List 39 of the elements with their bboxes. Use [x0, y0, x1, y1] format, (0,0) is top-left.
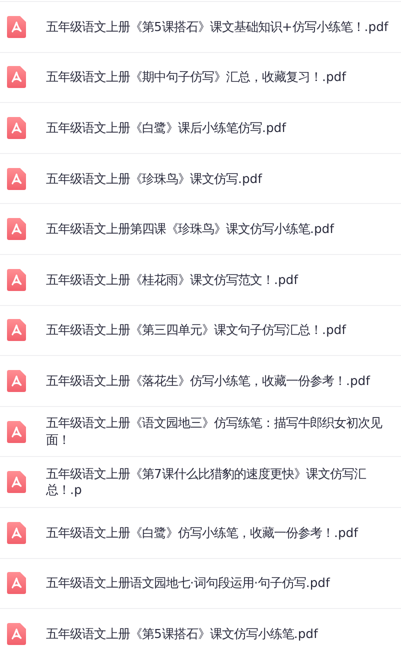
file-row[interactable]: 五年级语文上册《第7课什么比猎豹的速度更快》课文仿写汇总！.p — [0, 456, 401, 507]
file-row[interactable]: 五年级语文上册《落花生》仿写小练笔，收藏一份参考！.pdf — [0, 355, 401, 406]
pdf-file-icon — [7, 16, 26, 38]
file-name: 五年级语文上册《第5课搭石》课文基础知识+仿写小练笔！.pdf — [46, 18, 388, 35]
file-name: 五年级语文上册《第三四单元》课文句子仿写汇总！.pdf — [46, 322, 346, 338]
file-row[interactable]: 五年级语文上册《第5课搭石》课文仿写小练笔.pdf — [0, 608, 401, 659]
pdf-file-icon — [7, 370, 26, 392]
pdf-file-icon — [7, 522, 26, 544]
file-row[interactable]: 五年级语文上册《珍珠鸟》课文仿写.pdf — [0, 152, 401, 204]
pdf-file-icon — [7, 268, 26, 291]
pdf-file-icon — [7, 319, 26, 342]
file-name: 五年级语文上册《第5课搭石》课文仿写小练笔.pdf — [46, 626, 318, 642]
file-row[interactable]: 五年级语文上册《期中句子仿写》汇总，收藏复习！.pdf — [0, 52, 401, 102]
file-name: 五年级语文上册《白鹭》仿写小练笔，收藏一份参考！.pdf — [46, 524, 358, 541]
file-row[interactable]: 五年级语文上册《语文园地三》仿写练笔：描写牛郎织女初次见面！ — [0, 406, 401, 456]
pdf-file-icon — [7, 572, 26, 594]
file-name: 五年级语文上册第四课《珍珠鸟》课文仿写小练笔.pdf — [46, 221, 334, 238]
pdf-file-icon — [7, 622, 26, 645]
file-row[interactable]: 五年级语文上册《第三四单元》课文句子仿写汇总！.pdf — [0, 304, 401, 356]
file-row[interactable]: 五年级语文上册《白鹭》课后小练笔仿写.pdf — [0, 102, 401, 153]
pdf-file-icon — [7, 66, 26, 88]
file-name: 五年级语文上册《白鹭》课后小练笔仿写.pdf — [46, 120, 286, 136]
file-name: 五年级语文上册《语文园地三》仿写练笔：描写牛郎织女初次见面！ — [46, 415, 384, 448]
file-name: 五年级语文上册《期中句子仿写》汇总，收藏复习！.pdf — [46, 69, 346, 86]
file-row[interactable]: 五年级语文上册《白鹭》仿写小练笔，收藏一份参考！.pdf — [0, 506, 401, 558]
pdf-file-icon — [7, 471, 26, 494]
pdf-file-icon — [7, 218, 26, 240]
file-row[interactable]: 五年级语文上册语文园地七·词句段运用·句子仿写.pdf — [0, 558, 401, 608]
pdf-file-icon — [7, 168, 26, 190]
file-name: 五年级语文上册《桂花雨》课文仿写范文！.pdf — [46, 272, 298, 288]
file-name: 五年级语文上册《落花生》仿写小练笔，收藏一份参考！.pdf — [46, 372, 370, 390]
file-name: 五年级语文上册《珍珠鸟》课文仿写.pdf — [46, 170, 262, 187]
file-name: 五年级语文上册《第7课什么比猎豹的速度更快》课文仿写汇总！.p — [46, 466, 367, 498]
pdf-file-icon — [7, 116, 26, 139]
file-row[interactable]: 五年级语文上册第四课《珍珠鸟》课文仿写小练笔.pdf — [0, 203, 401, 254]
file-name: 五年级语文上册语文园地七·词句段运用·句子仿写.pdf — [46, 575, 330, 592]
pdf-file-icon — [7, 420, 26, 443]
file-row[interactable]: 五年级语文上册《桂花雨》课文仿写范文！.pdf — [0, 254, 401, 305]
file-row[interactable]: 五年级语文上册《第5课搭石》课文基础知识+仿写小练笔！.pdf — [0, 1, 401, 52]
